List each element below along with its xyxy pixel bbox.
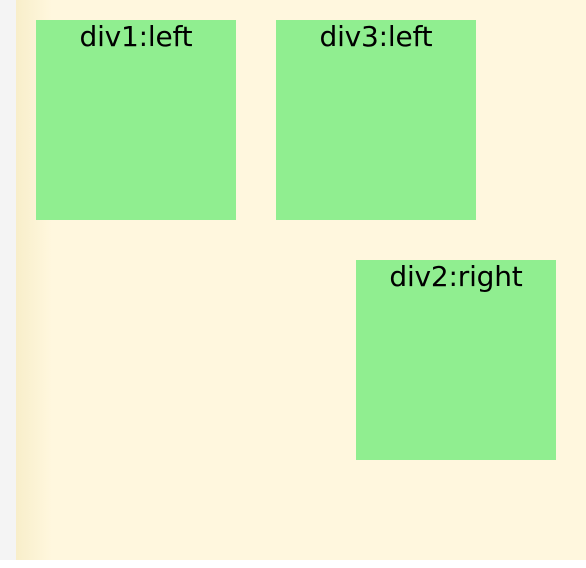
float-box-div3: div3:left xyxy=(276,20,476,220)
float-box-div1-label: div1:left xyxy=(79,20,193,53)
float-demo-container: div1:left div3:left div2:right xyxy=(16,0,586,560)
bottom-edge-strip xyxy=(0,560,586,568)
page-stage: div1:left div3:left div2:right xyxy=(0,0,586,568)
float-box-div1: div1:left xyxy=(36,20,236,220)
float-box-div2: div2:right xyxy=(356,260,556,460)
float-box-div3-label: div3:left xyxy=(319,20,433,53)
float-box-div2-label: div2:right xyxy=(389,260,523,293)
